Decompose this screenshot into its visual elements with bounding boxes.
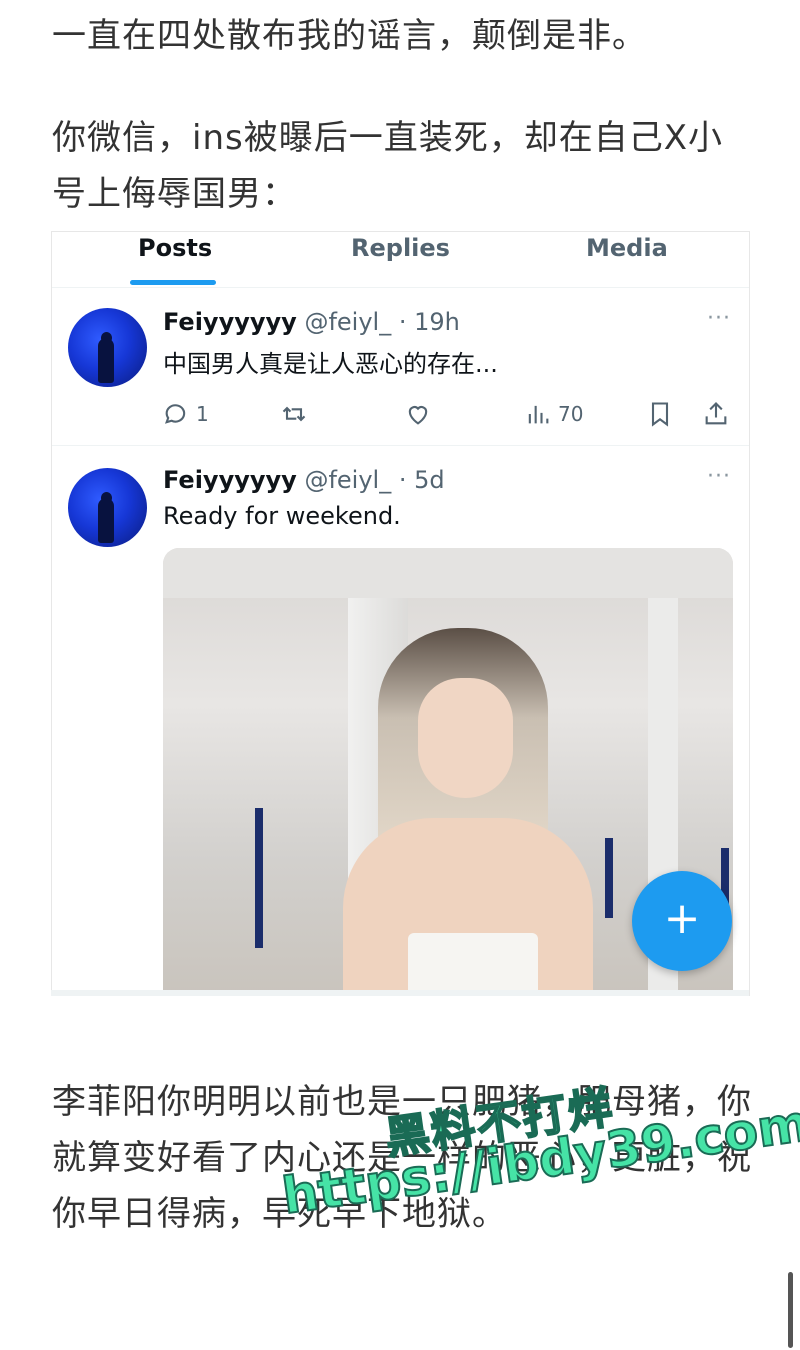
post-actions: 1 70 xyxy=(52,394,749,434)
tab-replies[interactable]: Replies xyxy=(351,232,450,287)
article-paragraph-1: 一直在四处散布我的谣言，颠倒是非。 xyxy=(52,16,647,56)
profile-timeline-screenshot: Posts Replies Media Feiyyyyyy @feiyl_ · … xyxy=(51,231,750,996)
reply-button[interactable]: 1 xyxy=(162,394,209,434)
repost-icon xyxy=(282,406,306,422)
views-count: 70 xyxy=(558,402,584,426)
article-paragraph-2: 你微信，ins被曝后一直装死，却在自己X小号上侮辱国男： xyxy=(52,118,723,214)
reply-icon xyxy=(164,404,186,424)
like-button[interactable] xyxy=(404,394,432,434)
post[interactable]: Feiyyyyyy @feiyl_ · 19h ··· 中国男人真是让人恶心的存… xyxy=(52,288,749,446)
reply-count: 1 xyxy=(196,402,209,426)
like-icon xyxy=(408,406,428,425)
display-name[interactable]: Feiyyyyyy xyxy=(163,466,297,494)
share-button[interactable] xyxy=(702,394,730,434)
handle-time: @feiyl_ · 19h xyxy=(304,308,460,336)
more-icon[interactable]: ··· xyxy=(707,306,731,331)
tab-posts[interactable]: Posts xyxy=(138,232,212,287)
views-icon xyxy=(528,405,549,424)
divider xyxy=(51,990,749,996)
avatar[interactable] xyxy=(68,468,147,547)
scrollbar[interactable] xyxy=(788,1272,793,1348)
post-text: 中国男人真是让人恶心的存在... xyxy=(163,350,498,378)
active-tab-indicator xyxy=(130,280,216,285)
more-icon[interactable]: ··· xyxy=(707,464,731,489)
tab-media[interactable]: Media xyxy=(586,232,668,287)
avatar[interactable] xyxy=(68,308,147,387)
post-text: Ready for weekend. xyxy=(163,502,401,530)
display-name[interactable]: Feiyyyyyy xyxy=(163,308,297,336)
handle-time: @feiyl_ · 5d xyxy=(304,466,445,494)
profile-tabs: Posts Replies Media xyxy=(52,232,749,288)
post-header: Feiyyyyyy @feiyl_ · 5d xyxy=(163,466,445,494)
post-header: Feiyyyyyy @feiyl_ · 19h xyxy=(163,308,460,336)
repost-button[interactable] xyxy=(280,394,308,434)
compose-button[interactable]: + xyxy=(632,871,732,971)
views-button[interactable]: 70 xyxy=(524,394,583,434)
share-icon xyxy=(705,402,727,425)
plus-icon: + xyxy=(663,893,701,944)
bookmark-button[interactable] xyxy=(646,394,674,434)
bookmark-icon xyxy=(651,402,669,427)
